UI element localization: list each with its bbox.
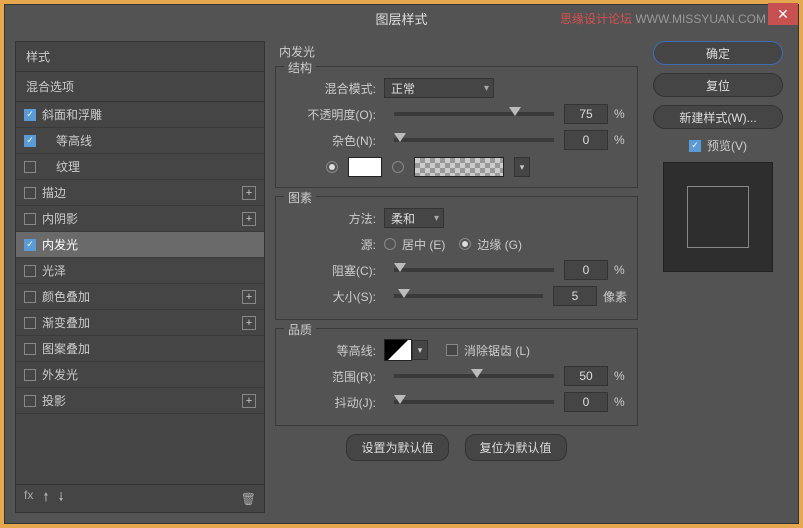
styles-header[interactable]: 样式 bbox=[15, 41, 265, 71]
color-gradient-radio[interactable] bbox=[392, 161, 404, 173]
close-button[interactable]: ✕ bbox=[768, 3, 798, 25]
structure-group: 结构 混合模式: 正常 不透明度(O): % 杂色(N): % bbox=[275, 66, 638, 188]
panel-title: 内发光 bbox=[279, 43, 638, 60]
effect-label: 斜面和浮雕 bbox=[42, 106, 102, 123]
range-slider[interactable] bbox=[394, 374, 554, 378]
effect-label: 纹理 bbox=[42, 158, 80, 175]
effect-checkbox[interactable] bbox=[24, 343, 36, 355]
effect-label: 图案叠加 bbox=[42, 340, 90, 357]
gradient-dropdown[interactable]: ▾ bbox=[514, 157, 530, 177]
size-slider[interactable] bbox=[394, 294, 543, 298]
size-input[interactable] bbox=[553, 286, 597, 306]
make-default-button[interactable]: 设置为默认值 bbox=[346, 434, 448, 461]
effects-list: ✓ 斜面和浮雕 ✓ 等高线纹理描边 + 内阴影 + ✓ 内发光光泽颜色叠加 + 渐变叠加 + 图案叠加外… bbox=[15, 101, 265, 485]
effect-row[interactable]: 描边 + bbox=[16, 180, 264, 206]
jitter-slider[interactable] bbox=[394, 400, 554, 404]
effect-checkbox[interactable]: ✓ bbox=[24, 135, 36, 147]
cancel-button[interactable]: 复位 bbox=[653, 73, 783, 97]
add-icon[interactable]: + bbox=[242, 394, 256, 408]
add-icon[interactable]: + bbox=[242, 290, 256, 304]
effect-checkbox[interactable] bbox=[24, 213, 36, 225]
quality-group: 品质 等高线: ▾ 消除锯齿 (L) 范围(R): % 抖动(J): bbox=[275, 328, 638, 426]
color-swatch[interactable] bbox=[348, 157, 382, 177]
trash-icon[interactable]: 🗑 bbox=[241, 492, 256, 506]
effect-row[interactable]: 投影 + bbox=[16, 388, 264, 414]
contour-dropdown[interactable]: ▾ bbox=[412, 340, 428, 360]
effect-row[interactable]: 纹理 bbox=[16, 154, 264, 180]
effect-label: 内阴影 bbox=[42, 210, 78, 227]
add-icon[interactable]: + bbox=[242, 316, 256, 330]
effect-checkbox[interactable] bbox=[24, 395, 36, 407]
effect-checkbox[interactable] bbox=[24, 369, 36, 381]
effect-label: 渐变叠加 bbox=[42, 314, 90, 331]
move-down-icon[interactable]: 🠗 bbox=[59, 488, 64, 509]
effects-panel: 样式 混合选项 ✓斜面和浮雕✓等高线纹理描边+内阴影+✓内发光光泽颜色叠加+渐变… bbox=[15, 41, 265, 513]
effect-row[interactable]: ✓ 等高线 bbox=[16, 128, 264, 154]
effect-checkbox[interactable]: ✓ bbox=[24, 109, 36, 121]
antialias-checkbox[interactable] bbox=[446, 344, 458, 356]
effect-checkbox[interactable] bbox=[24, 291, 36, 303]
titlebar: 图层样式 思缘设计论坛 WWW.MISSYUAN.COM ✕ bbox=[5, 5, 798, 31]
effect-row[interactable]: ✓ 斜面和浮雕 bbox=[16, 102, 264, 128]
source-edge-radio[interactable] bbox=[459, 238, 471, 250]
move-up-icon[interactable]: 🠕 bbox=[43, 488, 48, 509]
settings-panel: 内发光 结构 混合模式: 正常 不透明度(O): % 杂色(N): % bbox=[275, 41, 638, 513]
blend-options[interactable]: 混合选项 bbox=[15, 71, 265, 101]
effect-label: 光泽 bbox=[42, 262, 66, 279]
effect-row[interactable]: 光泽 bbox=[16, 258, 264, 284]
action-panel: 确定 复位 新建样式(W)... ✓ 预览(V) bbox=[648, 41, 788, 513]
effect-checkbox[interactable] bbox=[24, 161, 36, 173]
effect-row[interactable]: 颜色叠加 + bbox=[16, 284, 264, 310]
choke-slider[interactable] bbox=[394, 268, 554, 272]
effect-label: 外发光 bbox=[42, 366, 78, 383]
effect-checkbox[interactable] bbox=[24, 317, 36, 329]
effect-checkbox[interactable] bbox=[24, 265, 36, 277]
effect-label: 等高线 bbox=[42, 132, 92, 149]
effects-footer: fx 🠕 🠗 🗑 bbox=[15, 485, 265, 513]
jitter-input[interactable] bbox=[564, 392, 608, 412]
effect-checkbox[interactable]: ✓ bbox=[24, 239, 36, 251]
effect-label: 内发光 bbox=[42, 236, 78, 253]
effect-row[interactable]: 图案叠加 bbox=[16, 336, 264, 362]
dialog-title: 图层样式 bbox=[375, 9, 427, 28]
effect-label: 投影 bbox=[42, 392, 66, 409]
elements-group: 图素 方法: 柔和 源: 居中 (E) 边缘 (G) 阻塞(C): % bbox=[275, 196, 638, 320]
preview-checkbox[interactable]: ✓ bbox=[689, 140, 701, 152]
noise-slider[interactable] bbox=[394, 138, 554, 142]
noise-input[interactable] bbox=[564, 130, 608, 150]
effect-label: 颜色叠加 bbox=[42, 288, 90, 305]
range-input[interactable] bbox=[564, 366, 608, 386]
preview-box bbox=[663, 162, 773, 272]
color-solid-radio[interactable] bbox=[326, 161, 338, 173]
ok-button[interactable]: 确定 bbox=[653, 41, 783, 65]
effect-row[interactable]: 外发光 bbox=[16, 362, 264, 388]
effect-row[interactable]: 内阴影 + bbox=[16, 206, 264, 232]
opacity-slider[interactable] bbox=[394, 112, 554, 116]
branding: 思缘设计论坛 WWW.MISSYUAN.COM bbox=[560, 10, 766, 27]
reset-default-button[interactable]: 复位为默认值 bbox=[465, 434, 567, 461]
new-style-button[interactable]: 新建样式(W)... bbox=[653, 105, 783, 129]
gradient-swatch[interactable] bbox=[414, 157, 504, 177]
opacity-input[interactable] bbox=[564, 104, 608, 124]
blend-mode-dropdown[interactable]: 正常 bbox=[384, 78, 494, 98]
effect-checkbox[interactable] bbox=[24, 187, 36, 199]
source-center-radio[interactable] bbox=[384, 238, 396, 250]
effect-row[interactable]: ✓ 内发光 bbox=[16, 232, 264, 258]
add-icon[interactable]: + bbox=[242, 186, 256, 200]
technique-dropdown[interactable]: 柔和 bbox=[384, 208, 444, 228]
layer-style-dialog: 图层样式 思缘设计论坛 WWW.MISSYUAN.COM ✕ 样式 混合选项 ✓… bbox=[4, 4, 799, 524]
fx-menu[interactable]: fx bbox=[24, 488, 33, 509]
effect-row[interactable]: 渐变叠加 + bbox=[16, 310, 264, 336]
contour-picker[interactable] bbox=[384, 339, 412, 361]
effect-label: 描边 bbox=[42, 184, 66, 201]
choke-input[interactable] bbox=[564, 260, 608, 280]
add-icon[interactable]: + bbox=[242, 212, 256, 226]
